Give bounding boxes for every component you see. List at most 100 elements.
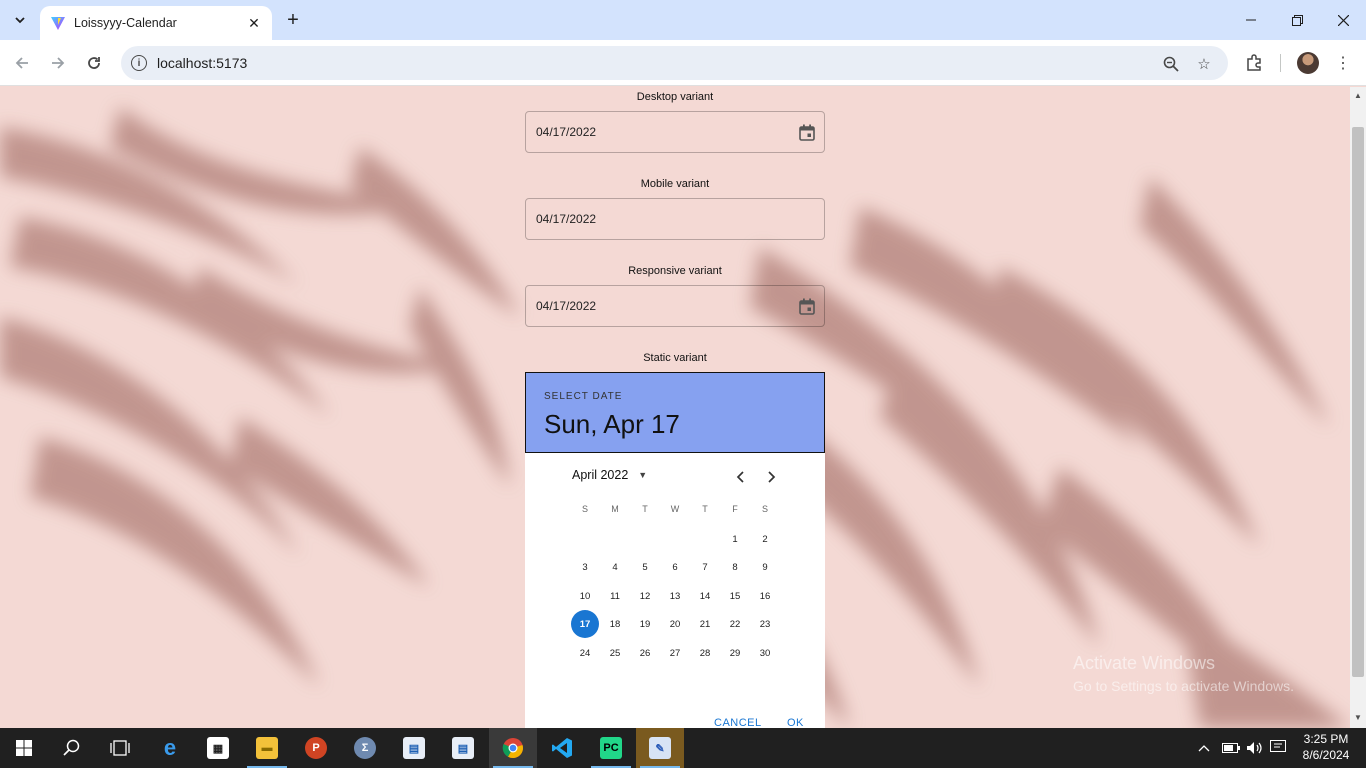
day-cell[interactable]: 14 <box>691 582 719 610</box>
day-cell[interactable]: 7 <box>691 553 719 581</box>
day-cell[interactable]: 29 <box>721 639 749 667</box>
tab-search-button[interactable] <box>8 8 32 32</box>
watermark-title: Activate Windows <box>1073 653 1216 673</box>
watermark-subtitle: Go to Settings to activate Windows. <box>1073 678 1294 694</box>
restore-button[interactable] <box>1274 0 1320 40</box>
language-icon[interactable] <box>1270 728 1288 768</box>
day-cell[interactable]: 27 <box>661 639 689 667</box>
mobile-date-field[interactable]: 04/17/2022 <box>525 198 825 240</box>
close-window-button[interactable] <box>1320 0 1366 40</box>
scroll-up-icon[interactable]: ▲ <box>1353 91 1363 101</box>
day-cell[interactable]: 25 <box>601 639 629 667</box>
system-clock[interactable]: 3:25 PM 8/6/2024 <box>1296 731 1356 763</box>
taskbar-store[interactable]: ▦ <box>194 728 242 768</box>
tray-chevron-up-icon[interactable] <box>1198 728 1210 768</box>
day-cell[interactable]: 20 <box>661 610 689 638</box>
day-cell[interactable]: 15 <box>721 582 749 610</box>
day-cell[interactable]: 4 <box>601 553 629 581</box>
browser-tab-bar: Loissyyy-Calendar ✕ + <box>0 0 1366 40</box>
bookmark-star-icon[interactable]: ☆ <box>1194 54 1214 74</box>
day-cell[interactable]: 21 <box>691 610 719 638</box>
day-cell[interactable]: 16 <box>751 582 779 610</box>
day-cell[interactable]: 12 <box>631 582 659 610</box>
day-cell[interactable]: 23 <box>751 610 779 638</box>
day-cell[interactable]: 30 <box>751 639 779 667</box>
taskbar-edge[interactable]: e <box>146 728 194 768</box>
minimize-button[interactable] <box>1228 0 1274 40</box>
previous-month-button[interactable] <box>732 468 750 486</box>
day-cell-selected[interactable]: 17 <box>571 610 599 638</box>
responsive-variant-label: Responsive variant <box>628 265 722 277</box>
taskbar-app-active[interactable]: ✎ <box>636 728 684 768</box>
site-info-icon[interactable]: i <box>131 55 147 71</box>
new-tab-button[interactable]: + <box>282 9 304 31</box>
responsive-date-field[interactable]: 04/17/2022 <box>525 285 825 327</box>
url-text: localhost:5173 <box>157 55 248 71</box>
dropdown-arrow-icon[interactable]: ▼ <box>638 470 647 480</box>
picker-header: SELECT DATE Sun, Apr 17 <box>525 372 825 453</box>
day-cell[interactable]: 2 <box>751 525 779 553</box>
day-cell[interactable]: 13 <box>661 582 689 610</box>
day-cell[interactable]: 18 <box>601 610 629 638</box>
close-tab-icon[interactable]: ✕ <box>244 13 264 33</box>
day-cell[interactable]: 9 <box>751 553 779 581</box>
start-button[interactable] <box>0 728 48 768</box>
paint-app-icon: ✎ <box>649 737 671 759</box>
avatar[interactable] <box>1297 52 1319 74</box>
day-cell[interactable]: 6 <box>661 553 689 581</box>
clock-time: 3:25 PM <box>1303 732 1349 746</box>
taskbar-powerpoint[interactable]: P <box>292 728 340 768</box>
back-button[interactable] <box>9 50 35 76</box>
day-cell[interactable]: 8 <box>721 553 749 581</box>
taskbar-app-window[interactable]: ▤ <box>390 728 438 768</box>
day-cell[interactable]: 11 <box>601 582 629 610</box>
selected-date-heading: Sun, Apr 17 <box>544 409 680 439</box>
chrome-icon <box>502 738 523 759</box>
day-cell[interactable]: 22 <box>721 610 749 638</box>
store-icon: ▦ <box>207 737 229 759</box>
scroll-down-icon[interactable]: ▼ <box>1353 713 1363 723</box>
weekday-label: M <box>611 504 619 514</box>
next-month-button[interactable] <box>762 468 780 486</box>
scrollbar-thumb[interactable] <box>1352 127 1364 677</box>
clock-date: 8/6/2024 <box>1302 748 1350 762</box>
taskbar-math-app[interactable]: Σ <box>341 728 389 768</box>
volume-icon[interactable] <box>1246 728 1264 768</box>
taskbar-app-document[interactable]: ▤ <box>439 728 487 768</box>
extensions-icon[interactable] <box>1243 52 1265 74</box>
battery-icon[interactable] <box>1222 728 1240 768</box>
reload-button[interactable] <box>81 50 107 76</box>
day-cell[interactable]: 26 <box>631 639 659 667</box>
math-app-icon: Σ <box>354 737 376 759</box>
taskbar-vscode[interactable] <box>538 728 586 768</box>
windows-taskbar: e ▦ ▬ P Σ ▤ ▤ PC ✎ 3:25 PM 8/6/2024 <box>0 728 1366 768</box>
taskbar-pycharm[interactable]: PC <box>587 728 635 768</box>
chevron-left-icon <box>736 471 744 483</box>
taskbar-chrome[interactable] <box>489 728 537 768</box>
task-view-icon <box>110 740 130 756</box>
page-scrollbar[interactable]: ▲ ▼ <box>1350 87 1366 728</box>
search-icon <box>63 739 80 756</box>
day-cell[interactable]: 3 <box>571 553 599 581</box>
month-switcher[interactable]: April 2022 ▼ <box>572 468 647 482</box>
day-cell[interactable]: 1 <box>721 525 749 553</box>
calendar-icon[interactable] <box>799 124 815 141</box>
minimize-icon <box>1246 19 1256 21</box>
desktop-date-field[interactable]: 04/17/2022 <box>525 111 825 153</box>
forward-button[interactable] <box>45 50 71 76</box>
day-cell[interactable]: 10 <box>571 582 599 610</box>
day-cell[interactable]: 5 <box>631 553 659 581</box>
calendar-icon[interactable] <box>799 298 815 315</box>
zoom-icon[interactable] <box>1161 54 1181 74</box>
arrow-left-icon <box>15 57 28 69</box>
task-view-button[interactable] <box>96 728 144 768</box>
address-bar[interactable]: i localhost:5173 ☆ <box>121 46 1228 80</box>
menu-kebab-icon[interactable]: ⋮ <box>1332 52 1354 74</box>
taskbar-file-explorer[interactable]: ▬ <box>243 728 291 768</box>
windows-logo-icon <box>16 740 32 756</box>
search-button[interactable] <box>48 728 96 768</box>
day-cell[interactable]: 24 <box>571 639 599 667</box>
day-cell[interactable]: 19 <box>631 610 659 638</box>
day-cell[interactable]: 28 <box>691 639 719 667</box>
browser-tab[interactable]: Loissyyy-Calendar ✕ <box>40 6 272 40</box>
